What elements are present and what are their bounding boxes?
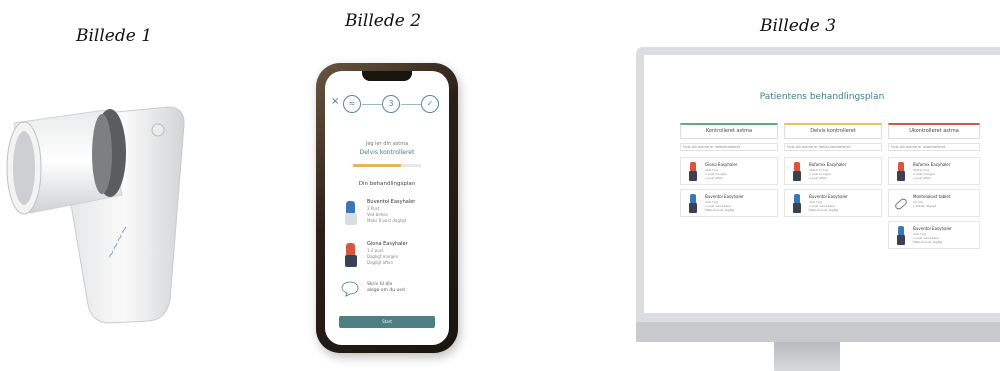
card-name: Giona Easyhaler xyxy=(705,162,738,167)
inhaler-blue-icon xyxy=(345,201,357,225)
inhaler-blue-icon xyxy=(689,194,697,213)
monitor-screen: Patientens behandlingsplan Kontrolleret … xyxy=(644,55,1000,313)
medication-card[interactable]: Bufomix Easyhaler 320/9 mcg 1 pust morge… xyxy=(888,157,980,185)
card-name: Buventol Easyhaler xyxy=(913,226,952,231)
monitor-chin xyxy=(636,322,1000,342)
med-item[interactable]: Giona Easyhaler 1-2 pust Dagligt morgen … xyxy=(339,241,443,273)
card-dose: Maks 8 pust dagligt xyxy=(705,208,735,212)
inhaler-red-icon xyxy=(793,162,801,181)
control-progress-fill xyxy=(353,164,401,167)
column-subtitle: Hvis din astma er ukontrolleret xyxy=(888,143,980,151)
med-dose: Ved behov xyxy=(367,212,389,217)
step-lungs-icon: ≈ xyxy=(343,95,361,113)
plan-title: Patientens behandlingsplan xyxy=(759,92,885,102)
step-check-icon: ✓ xyxy=(421,95,439,113)
note-line: Skriv til din xyxy=(367,282,393,287)
card-dose: 1 tablet dagligt xyxy=(913,204,936,208)
column-header-partial: Delvis kontrolleret xyxy=(784,123,882,139)
section-title: Din behandlingsplan xyxy=(358,181,416,187)
med-item[interactable]: Buventol Easyhaler 2 Pust Ved behov Maks… xyxy=(339,199,443,231)
doctor-note[interactable]: Skriv til din alege om du ved xyxy=(339,281,443,313)
column-subtitle: Hvis din astma er velkontrolleret xyxy=(680,143,778,151)
caption-image-2: Billede 2 xyxy=(345,11,422,31)
medication-card[interactable]: Giona Easyhaler 200 mcg 1 pust morgen 1 … xyxy=(680,157,778,185)
note-line: alege om du ved xyxy=(367,288,405,293)
med-dose: Dagligt aften xyxy=(367,260,394,265)
inhaler-blue-icon xyxy=(897,226,905,245)
medication-card[interactable]: Montelukast tablet 10 mg 1 tablet daglig… xyxy=(888,189,980,217)
med-dose: 2 Pust xyxy=(367,206,380,211)
inhaler-red-icon xyxy=(689,162,697,181)
card-dose: Maks 8 pust dagligt xyxy=(809,208,839,212)
card-dose: 1 pust aften xyxy=(913,176,932,180)
medication-card[interactable]: Buventol Easyhaler 100 mcg 1 pust ved be… xyxy=(888,221,980,249)
card-dose: Maks 8 pust dagligt xyxy=(913,240,943,244)
medication-card[interactable]: Buventol Easyhaler 100 mcg 1 pust ved be… xyxy=(680,189,778,217)
column-header-uncontrolled: Ukontrolleret astma xyxy=(888,123,980,139)
smartphone: × ≈ 3 ✓ Jeg ler din astma Delvis kontrol… xyxy=(316,63,458,353)
caption-image-1: Billede 1 xyxy=(76,26,153,46)
card-dose: 1 pust aften xyxy=(705,176,724,180)
monitor-stand xyxy=(774,342,840,371)
start-button[interactable]: Start xyxy=(339,316,435,328)
med-dose: Maks 8 pust dagligt xyxy=(367,218,407,223)
chat-bubble-icon xyxy=(341,281,359,297)
inhaler-red-icon xyxy=(897,162,905,181)
card-name: Montelukast tablet xyxy=(913,194,951,199)
status-title: Delvis kontrolleret xyxy=(359,149,415,156)
control-progress-bar xyxy=(353,164,421,167)
column-header-controlled: Kontrolleret astma xyxy=(680,123,778,139)
med-name: Buventol Easyhaler xyxy=(367,199,416,205)
step-indicator: ≈ 3 ✓ xyxy=(325,95,449,115)
card-name: Buventol Easyhaler xyxy=(705,194,744,199)
card-dose: 1 pust aften xyxy=(809,176,828,180)
column-subtitle: Hvis din astma er delvis kontrolleret xyxy=(784,143,882,151)
status-caption: Jeg ler din astma xyxy=(365,141,409,147)
caption-image-3: Billede 3 xyxy=(760,16,837,36)
phone-screen: × ≈ 3 ✓ Jeg ler din astma Delvis kontrol… xyxy=(325,71,449,345)
card-name: Bufomix Easyhaler xyxy=(913,162,951,167)
pill-icon xyxy=(895,198,907,210)
med-dose: Dagligt morgen xyxy=(367,254,399,259)
phone-notch xyxy=(362,71,412,81)
inhaler-blue-icon xyxy=(793,194,801,213)
card-name: Bufomix Easyhaler xyxy=(809,162,847,167)
medication-card[interactable]: Buventol Easyhaler 100 mcg 1 pust ved be… xyxy=(784,189,882,217)
med-dose: 1-2 pust xyxy=(367,248,384,253)
spirometer-device-image: ~~~~ xyxy=(6,106,185,324)
inhaler-red-icon xyxy=(345,243,357,267)
medication-card[interactable]: Bufomix Easyhaler 160/4.5 mcg 1 pust mor… xyxy=(784,157,882,185)
desktop-monitor: Patientens behandlingsplan Kontrolleret … xyxy=(636,47,1000,322)
step-number: 3 xyxy=(382,95,400,113)
card-name: Buventol Easyhaler xyxy=(809,194,848,199)
med-name: Giona Easyhaler xyxy=(367,241,408,247)
